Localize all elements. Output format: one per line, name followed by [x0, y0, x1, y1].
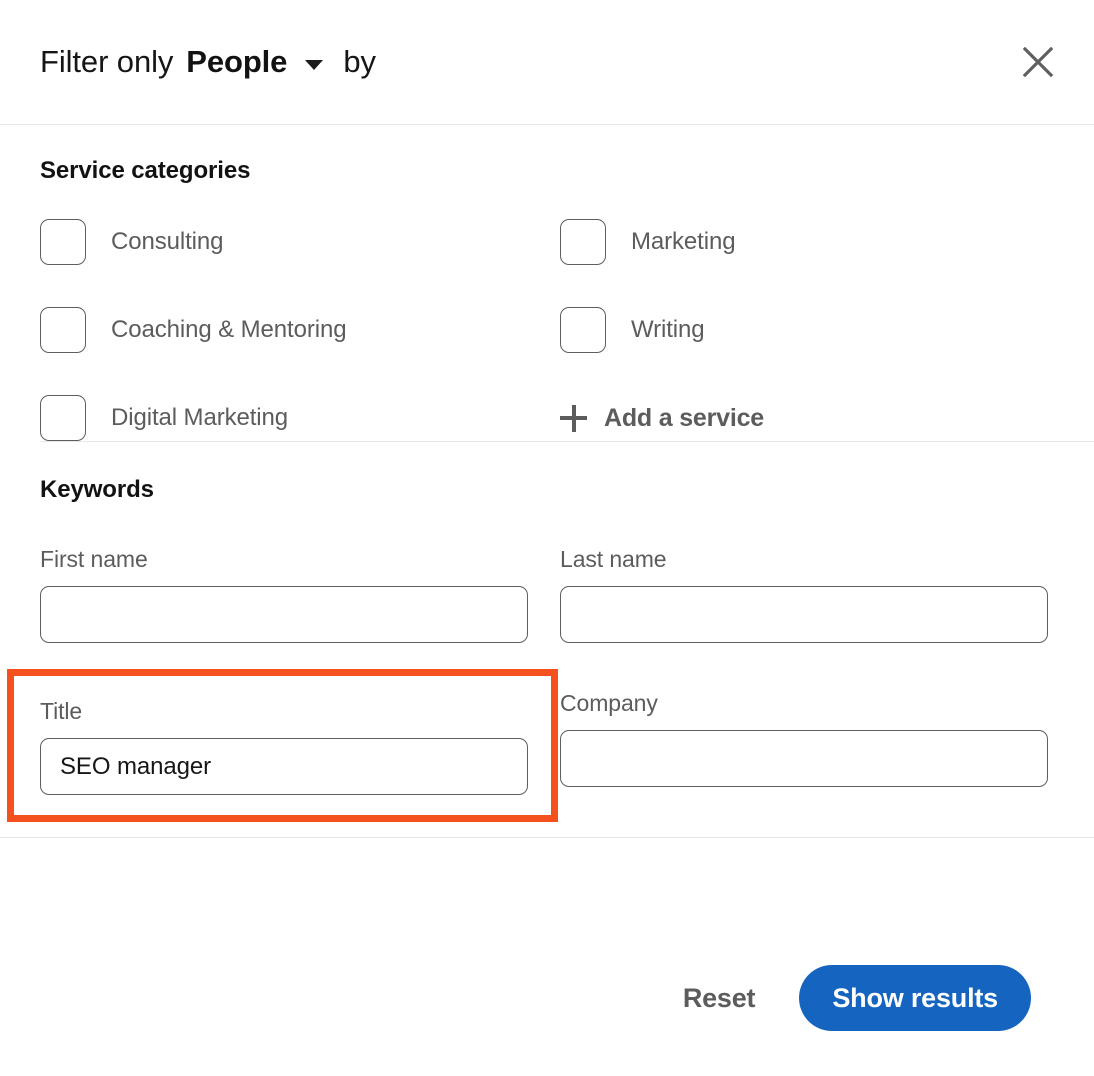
reset-button[interactable]: Reset: [677, 973, 762, 1024]
field-label-title: Title: [40, 698, 83, 724]
checkbox-writing[interactable]: [560, 307, 606, 353]
checkbox-label-consulting: Consulting: [111, 228, 224, 255]
modal-header: Filter only People by: [0, 0, 1094, 125]
filter-entity-label[interactable]: People: [186, 44, 287, 80]
checkbox-consulting[interactable]: [40, 219, 86, 265]
checkbox-marketing[interactable]: [560, 219, 606, 265]
checkbox-label-digital-marketing: Digital Marketing: [111, 404, 289, 431]
checkbox-coaching-mentoring[interactable]: [40, 307, 86, 353]
filter-modal: Filter only People by Service categories…: [0, 0, 1094, 1076]
title-input[interactable]: [40, 738, 528, 795]
show-results-button[interactable]: Show results: [799, 965, 1031, 1031]
last-name-input[interactable]: [560, 586, 1048, 643]
checkbox-row-consulting[interactable]: Consulting: [40, 219, 560, 265]
field-first-name: First name: [40, 532, 560, 643]
close-icon: [1020, 44, 1056, 80]
company-input[interactable]: [560, 730, 1048, 787]
filter-header-text: Filter only People by: [40, 44, 1010, 80]
filter-suffix-label: by: [343, 44, 376, 79]
checkbox-row-digital-marketing[interactable]: Digital Marketing: [40, 395, 560, 441]
keywords-grid: First name Last name Title SEO manager C…: [7, 532, 1054, 822]
filter-prefix-label: Filter only: [40, 44, 174, 79]
field-label-first-name: First name: [40, 546, 148, 572]
checkbox-label-marketing: Marketing: [631, 228, 736, 255]
keywords-section: Keywords First name Last name Title SEO …: [0, 442, 1094, 822]
chevron-down-icon[interactable]: [305, 59, 324, 70]
checkbox-digital-marketing[interactable]: [40, 395, 86, 441]
field-last-name: Last name: [560, 532, 1054, 643]
close-button[interactable]: [1010, 34, 1066, 90]
field-label-company: Company: [560, 690, 658, 716]
add-a-service-button[interactable]: Add a service: [560, 404, 1054, 433]
section-divider-bottom: [0, 837, 1094, 838]
checkbox-row-writing[interactable]: Writing: [560, 307, 1054, 353]
field-label-last-name: Last name: [560, 546, 667, 572]
field-title: Title: [7, 669, 558, 822]
modal-footer: Reset Show results: [0, 920, 1094, 1076]
keywords-title: Keywords: [40, 476, 154, 503]
field-company: Company: [560, 676, 1054, 815]
service-categories-section: Service categories Consulting Marketing …: [0, 125, 1094, 441]
checkbox-row-marketing[interactable]: Marketing: [560, 219, 1054, 265]
service-categories-title: Service categories: [40, 157, 251, 184]
modal-body: Service categories Consulting Marketing …: [0, 125, 1094, 920]
checkbox-label-writing: Writing: [631, 316, 705, 343]
checkbox-label-coaching-mentoring: Coaching & Mentoring: [111, 316, 347, 343]
checkbox-row-coaching-mentoring[interactable]: Coaching & Mentoring: [40, 307, 560, 353]
add-a-service-label: Add a service: [604, 403, 764, 432]
plus-icon: [560, 404, 587, 432]
first-name-input[interactable]: [40, 586, 528, 643]
service-categories-grid: Consulting Marketing Coaching & Mentorin…: [40, 219, 1054, 441]
